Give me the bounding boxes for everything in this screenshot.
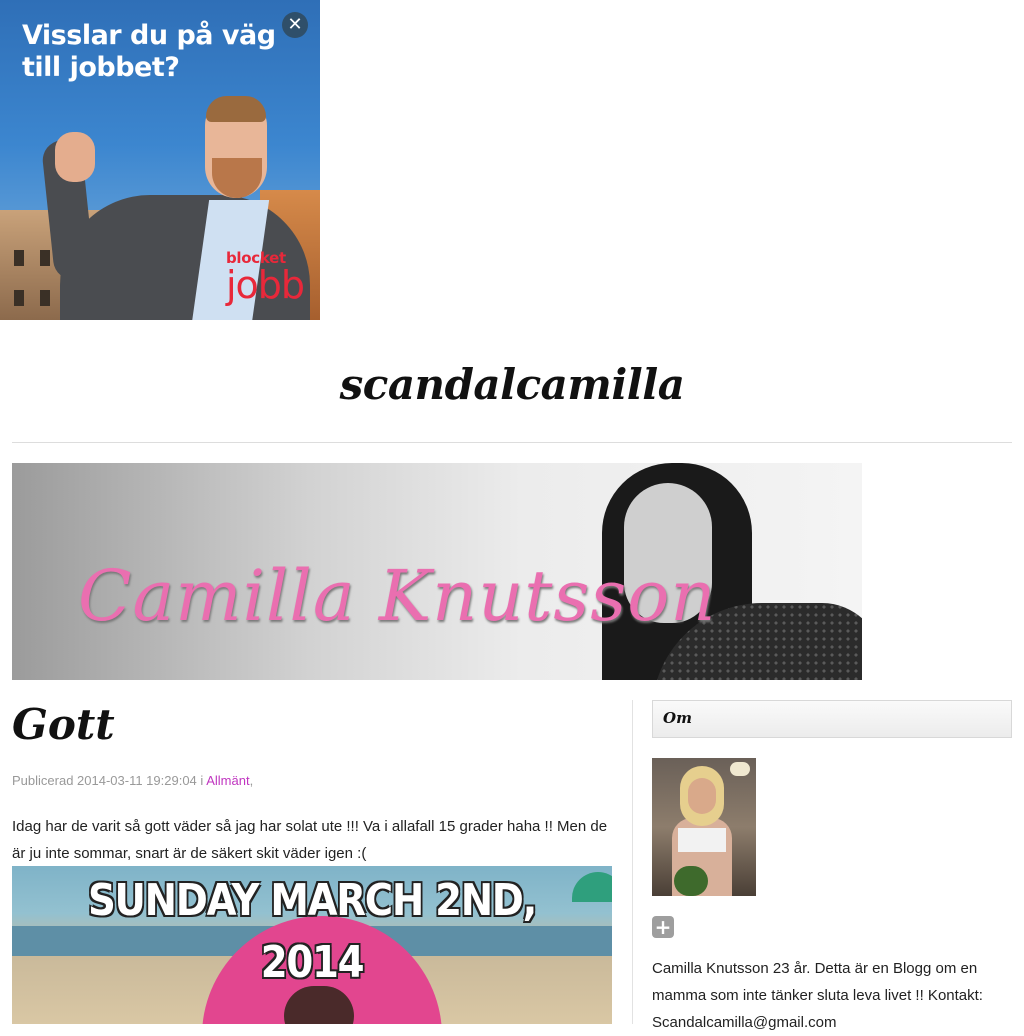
ad-banner[interactable]: Visslar du på väg till jobbet? ✕ blocket… [0, 0, 320, 320]
ad-window [40, 250, 50, 266]
sidebar-widget-header: Om [652, 700, 1012, 738]
sidebar-widget-title: Om [663, 709, 692, 727]
ad-headline: Visslar du på väg till jobbet? [22, 20, 276, 83]
ad-brand-bottom: jobb [226, 263, 305, 307]
post-meta: Publicerad 2014-03-11 19:29:04 i Allmänt… [12, 773, 253, 788]
post-meta-prefix: Publicerad 2014-03-11 19:29:04 i [12, 773, 204, 788]
ad-window [14, 250, 24, 266]
post-image-caption-line1: SUNDAY MARCH 2ND, [87, 875, 537, 926]
ad-man-hair [206, 96, 266, 122]
header-divider [12, 442, 1012, 443]
post-title[interactable]: Gott [12, 700, 115, 749]
post-category-suffix: , [249, 773, 254, 788]
plus-icon[interactable]: + [652, 916, 674, 938]
profile-photo-face [688, 778, 716, 814]
post-image: SUNDAY MARCH 2ND, 2014 [12, 866, 612, 1024]
profile-photo-lamp [730, 762, 750, 776]
post-image-umbrella [572, 872, 612, 902]
post-body-text: Idag har de varit så gott väder så jag h… [12, 818, 608, 862]
header-banner-image[interactable]: Camilla Knutsson [12, 463, 862, 680]
profile-photo-top [678, 828, 726, 852]
site-title[interactable]: scandalcamilla [0, 360, 1024, 409]
close-icon[interactable]: ✕ [282, 12, 308, 38]
profile-photo-plant [674, 866, 708, 896]
ad-man-hand [55, 132, 95, 182]
post-category-link[interactable]: Allmänt [206, 773, 249, 788]
column-divider [632, 700, 633, 1024]
banner-name: Camilla Knutsson [78, 555, 717, 637]
ad-window [40, 290, 50, 306]
profile-photo [652, 758, 756, 896]
post-image-caption: SUNDAY MARCH 2ND, 2014 [48, 870, 576, 994]
ad-brand-logo: blocket jobb [226, 250, 305, 307]
post-image-caption-line2: 2014 [260, 937, 365, 988]
ad-window [14, 290, 24, 306]
